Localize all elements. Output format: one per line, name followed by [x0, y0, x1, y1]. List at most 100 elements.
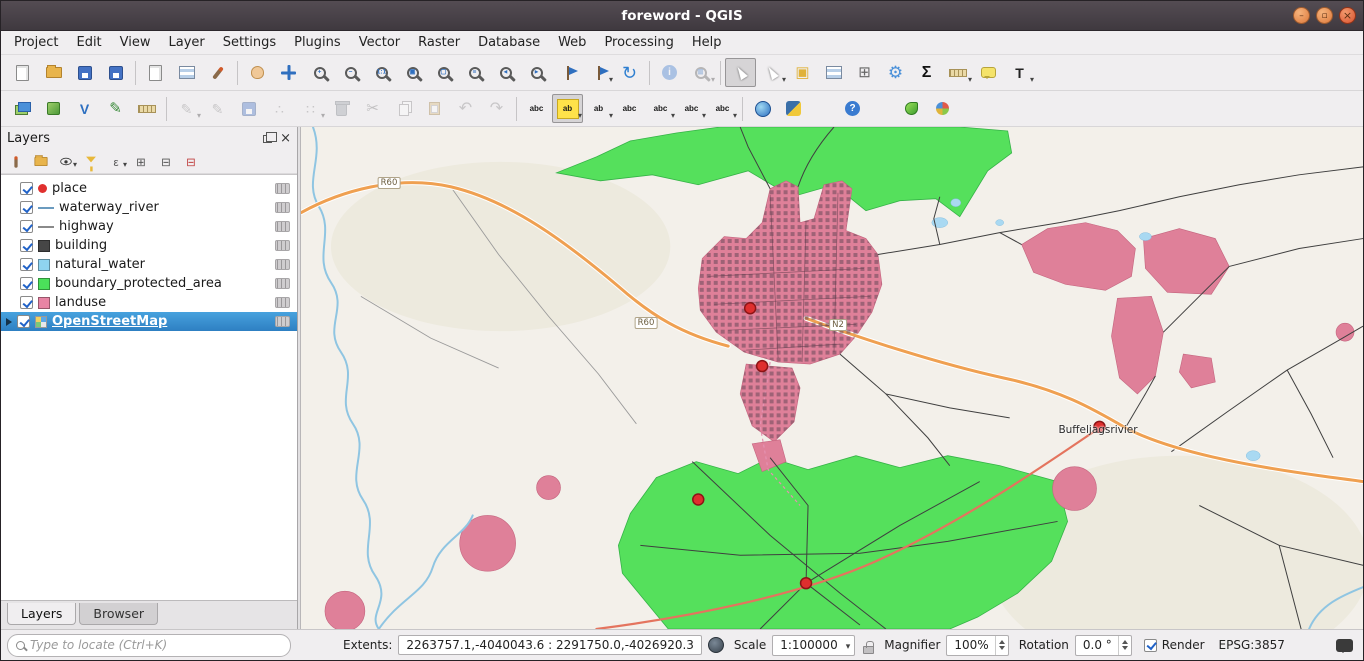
menu-edit[interactable]: Edit	[67, 32, 110, 53]
zoom-last-button[interactable]: ◂	[490, 58, 521, 87]
layer-checkbox[interactable]	[20, 296, 33, 309]
layer-labeling-options-button[interactable]: abc	[521, 94, 552, 123]
new-shapefile-layer-button[interactable]: V	[69, 94, 100, 123]
layer-row-openstreetmap[interactable]: OpenStreetMap	[1, 312, 297, 331]
render-toggle[interactable]: Render	[1144, 638, 1205, 652]
minimize-button[interactable]	[1293, 7, 1310, 24]
title-bar[interactable]: foreword - QGIS	[1, 1, 1363, 31]
save-project-as-button[interactable]	[100, 58, 131, 87]
open-attribute-table-button[interactable]	[818, 58, 849, 87]
close-button[interactable]	[1339, 7, 1356, 24]
layer-row-waterway_river[interactable]: waterway_river	[1, 198, 297, 217]
rotate-label-button[interactable]: abc▾	[676, 94, 707, 123]
messages-icon[interactable]	[1336, 639, 1353, 652]
map-tips-button[interactable]	[973, 58, 1004, 87]
new-spatial-bookmark-button[interactable]	[552, 58, 583, 87]
render-checkbox[interactable]	[1144, 639, 1157, 652]
layer-indicator-icon[interactable]	[275, 202, 290, 213]
zoom-in-button[interactable]: +	[304, 58, 335, 87]
layer-checkbox[interactable]	[20, 277, 33, 290]
new-virtual-layer-button[interactable]	[131, 94, 162, 123]
remove-layer-button[interactable]: ⊟	[179, 151, 203, 172]
layer-row-boundary_protected_area[interactable]: boundary_protected_area	[1, 274, 297, 293]
collapse-all-button[interactable]: ⊟	[154, 151, 178, 172]
measure-line-button[interactable]: ▾	[942, 58, 973, 87]
open-layer-styling-button[interactable]	[4, 151, 28, 172]
python-console-button[interactable]	[778, 94, 809, 123]
new-print-layout-button[interactable]	[140, 58, 171, 87]
new-project-button[interactable]	[7, 58, 38, 87]
menu-layer[interactable]: Layer	[160, 32, 214, 53]
select-features-button[interactable]	[725, 58, 756, 87]
label-highlight-button[interactable]: ab▾	[552, 94, 583, 123]
menu-help[interactable]: Help	[683, 32, 731, 53]
field-calculator-button[interactable]: ⊞	[849, 58, 880, 87]
layer-row-building[interactable]: building	[1, 236, 297, 255]
zoom-to-selection-button[interactable]: ▢	[428, 58, 459, 87]
layer-indicator-icon[interactable]	[275, 316, 290, 327]
menu-web[interactable]: Web	[549, 32, 595, 53]
lock-scale-button[interactable]	[863, 636, 874, 654]
tab-layers[interactable]: Layers	[7, 603, 76, 625]
refresh-map-button[interactable]: ↻	[614, 58, 645, 87]
manage-map-themes-button[interactable]: ▾	[54, 151, 78, 172]
layer-checkbox[interactable]	[17, 315, 30, 328]
text-annotation-button[interactable]: T▾	[1004, 58, 1035, 87]
plugin-multi-button[interactable]	[927, 94, 958, 123]
menu-database[interactable]: Database	[469, 32, 549, 53]
scale-combobox[interactable]: 1:100000	[772, 635, 855, 656]
move-label-button[interactable]: abc▾	[645, 94, 676, 123]
filter-legend-button[interactable]	[79, 151, 103, 172]
pan-to-selection-button[interactable]	[273, 58, 304, 87]
layer-indicator-icon[interactable]	[275, 221, 290, 232]
open-project-button[interactable]	[38, 58, 69, 87]
select-features-menu-button[interactable]: ▾	[756, 58, 787, 87]
new-geopackage-layer-button[interactable]: ✎	[100, 94, 131, 123]
layer-row-place[interactable]: place	[1, 179, 297, 198]
spinner-arrows-icon[interactable]	[995, 636, 1008, 655]
layer-checkbox[interactable]	[20, 201, 33, 214]
layer-checkbox[interactable]	[20, 182, 33, 195]
statistical-summary-button[interactable]: Σ	[911, 58, 942, 87]
save-project-button[interactable]	[69, 58, 100, 87]
spinner-arrows-icon[interactable]	[1118, 636, 1131, 655]
close-panel-icon[interactable]: ×	[280, 132, 291, 145]
map-canvas[interactable]: R60R60N2Buffeljagsrivier	[301, 127, 1363, 629]
layer-indicator-icon[interactable]	[275, 259, 290, 270]
layer-indicator-icon[interactable]	[275, 183, 290, 194]
menu-vector[interactable]: Vector	[350, 32, 409, 53]
magnifier-spinbox[interactable]: 100%	[946, 635, 1008, 656]
menu-processing[interactable]: Processing	[595, 32, 682, 53]
locator-input[interactable]	[30, 638, 282, 652]
menu-view[interactable]: View	[111, 32, 160, 53]
layer-indicator-icon[interactable]	[275, 240, 290, 251]
layer-indicator-icon[interactable]	[275, 297, 290, 308]
pin-unpin-labels-button[interactable]: ab▾	[583, 94, 614, 123]
expand-all-button[interactable]: ⊞	[129, 151, 153, 172]
style-manager-button[interactable]	[202, 58, 233, 87]
pan-map-button[interactable]	[242, 58, 273, 87]
layer-checkbox[interactable]	[20, 258, 33, 271]
menu-raster[interactable]: Raster	[409, 32, 469, 53]
osm-place-search-button[interactable]	[747, 94, 778, 123]
layer-indicator-icon[interactable]	[275, 278, 290, 289]
zoom-next-button[interactable]: ▸	[521, 58, 552, 87]
add-group-button[interactable]	[29, 151, 53, 172]
maximize-button[interactable]	[1316, 7, 1333, 24]
help-contents-button[interactable]: ?	[837, 94, 868, 123]
add-vector-layer-button[interactable]	[38, 94, 69, 123]
layer-checkbox[interactable]	[20, 220, 33, 233]
layer-row-natural_water[interactable]: natural_water	[1, 255, 297, 274]
deselect-features-button[interactable]: ▣	[787, 58, 818, 87]
layer-row-landuse[interactable]: landuse	[1, 293, 297, 312]
extents-toggle-icon[interactable]	[708, 637, 724, 653]
expander-icon[interactable]	[6, 318, 12, 326]
zoom-to-layer-button[interactable]: ≡	[459, 58, 490, 87]
rotation-spinbox[interactable]: 0.0 °	[1075, 635, 1132, 656]
processing-toolbox-button[interactable]: ⚙	[880, 58, 911, 87]
zoom-out-button[interactable]: −	[335, 58, 366, 87]
zoom-native-button[interactable]: 1:1	[366, 58, 397, 87]
change-label-properties-button[interactable]: abc▾	[707, 94, 738, 123]
crs-status[interactable]: EPSG:3857	[1219, 638, 1285, 652]
zoom-full-button[interactable]: ▣	[397, 58, 428, 87]
